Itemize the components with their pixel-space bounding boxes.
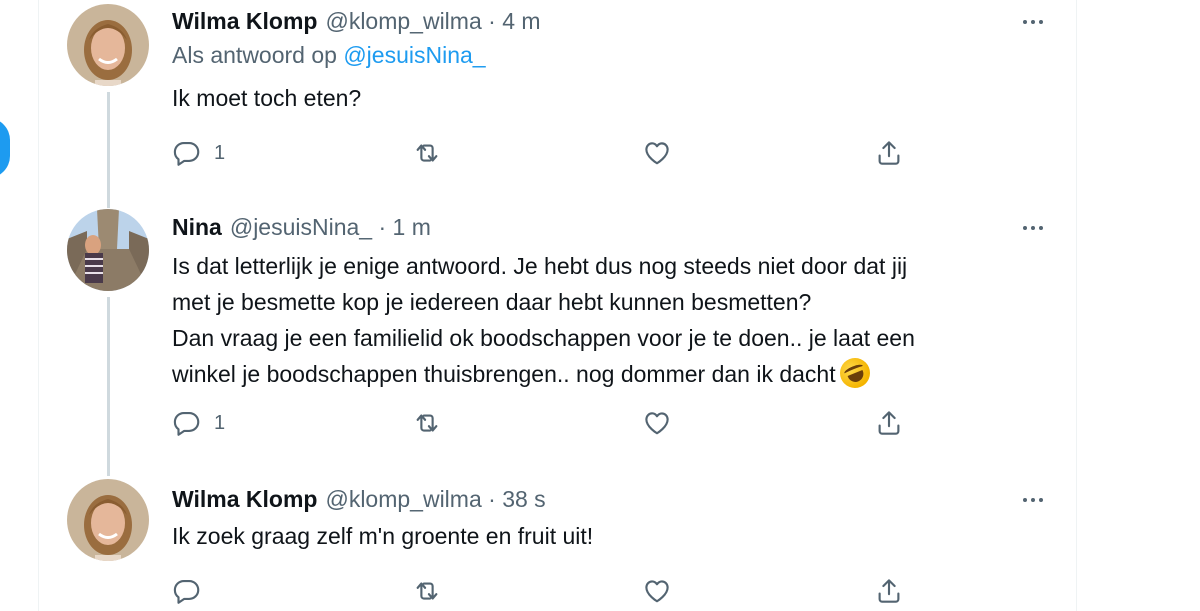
avatar[interactable] (67, 209, 149, 291)
retweet-icon (416, 144, 438, 162)
conversation-thread: Wilma Klomp @klomp_wilma · 4 m Als antwo… (39, 0, 1076, 611)
author-name[interactable]: Wilma Klomp (172, 486, 317, 513)
reply-icon (173, 411, 200, 436)
like-button[interactable] (642, 403, 672, 443)
tweet-actions: 1 (172, 403, 932, 443)
author-handle[interactable]: @jesuisNina_ (230, 214, 372, 241)
retweet-button[interactable] (412, 133, 442, 173)
compose-tweet-button[interactable] (0, 118, 10, 178)
share-icon (878, 141, 900, 165)
retweet-button[interactable] (412, 571, 442, 611)
tweet-text: Ik zoek graag zelf m'n groente en fruit … (172, 523, 594, 549)
reply-icon (173, 579, 200, 604)
avatar-wilma-photo (67, 4, 149, 86)
thread-line (107, 92, 110, 208)
avatar-nina-photo (67, 209, 149, 291)
more-icon[interactable] (1018, 488, 1048, 512)
avatar-wilma-photo (67, 479, 149, 561)
timestamp[interactable]: 1 m (393, 214, 431, 241)
author-name[interactable]: Nina (172, 214, 222, 241)
tweet-header: Wilma Klomp @klomp_wilma · 4 m (172, 6, 1048, 36)
tweet-header: Wilma Klomp @klomp_wilma · 38 s (172, 484, 1048, 514)
tweet[interactable]: Wilma Klomp @klomp_wilma · 38 s Ik zoek … (39, 472, 1076, 611)
rolling-on-floor-laughing-emoji (835, 353, 875, 393)
reply-button[interactable]: 1 (172, 403, 225, 443)
timestamp[interactable]: 38 s (502, 486, 545, 513)
tweet[interactable]: Wilma Klomp @klomp_wilma · 4 m Als antwo… (39, 0, 1076, 208)
left-sidebar (0, 0, 38, 611)
heart-icon (645, 412, 669, 435)
like-button[interactable] (642, 571, 672, 611)
avatar[interactable] (67, 4, 149, 86)
reply-button[interactable] (172, 571, 214, 611)
tweet-text-content: Is dat letterlijk je enige antwoord. Je … (172, 253, 915, 387)
share-icon (878, 579, 900, 603)
separator: · (481, 485, 503, 512)
reply-button[interactable]: 1 (172, 133, 225, 173)
reply-prefix: Als antwoord op (172, 42, 337, 68)
tweet-text: Ik moet toch eten? (172, 85, 362, 111)
thread-line (107, 297, 110, 476)
timestamp[interactable]: 4 m (502, 8, 540, 35)
author-handle[interactable]: @klomp_wilma (325, 486, 481, 513)
tweet-actions: 1 (172, 133, 932, 173)
share-button[interactable] (874, 571, 904, 611)
separator: · (481, 7, 503, 34)
reply-count: 1 (214, 411, 226, 434)
reply-mention-link[interactable]: @jesuisNina_ (343, 42, 485, 68)
tweet-header: Nina @jesuisNina_ · 1 m (172, 212, 1048, 242)
heart-icon (645, 580, 669, 603)
author-handle[interactable]: @klomp_wilma (325, 8, 481, 35)
share-button[interactable] (874, 133, 904, 173)
column-border-right (1076, 0, 1077, 611)
more-icon[interactable] (1018, 10, 1048, 34)
like-button[interactable] (642, 133, 672, 173)
replying-to: Als antwoord op @jesuisNina_ (172, 42, 486, 69)
retweet-icon (416, 582, 438, 600)
tweet-text: Is dat letterlijk je enige antwoord. Je … (172, 248, 988, 393)
retweet-icon (416, 414, 438, 432)
heart-icon (645, 142, 669, 165)
reply-count: 1 (214, 141, 226, 164)
share-button[interactable] (874, 403, 904, 443)
retweet-button[interactable] (412, 403, 442, 443)
separator: · (372, 213, 393, 240)
reply-icon (173, 141, 200, 166)
tweet-actions (172, 571, 932, 611)
more-icon[interactable] (1018, 216, 1048, 240)
avatar[interactable] (67, 479, 149, 561)
tweet[interactable]: Nina @jesuisNina_ · 1 m Is dat letterlij… (39, 200, 1076, 476)
share-icon (878, 411, 900, 435)
author-name[interactable]: Wilma Klomp (172, 8, 317, 35)
